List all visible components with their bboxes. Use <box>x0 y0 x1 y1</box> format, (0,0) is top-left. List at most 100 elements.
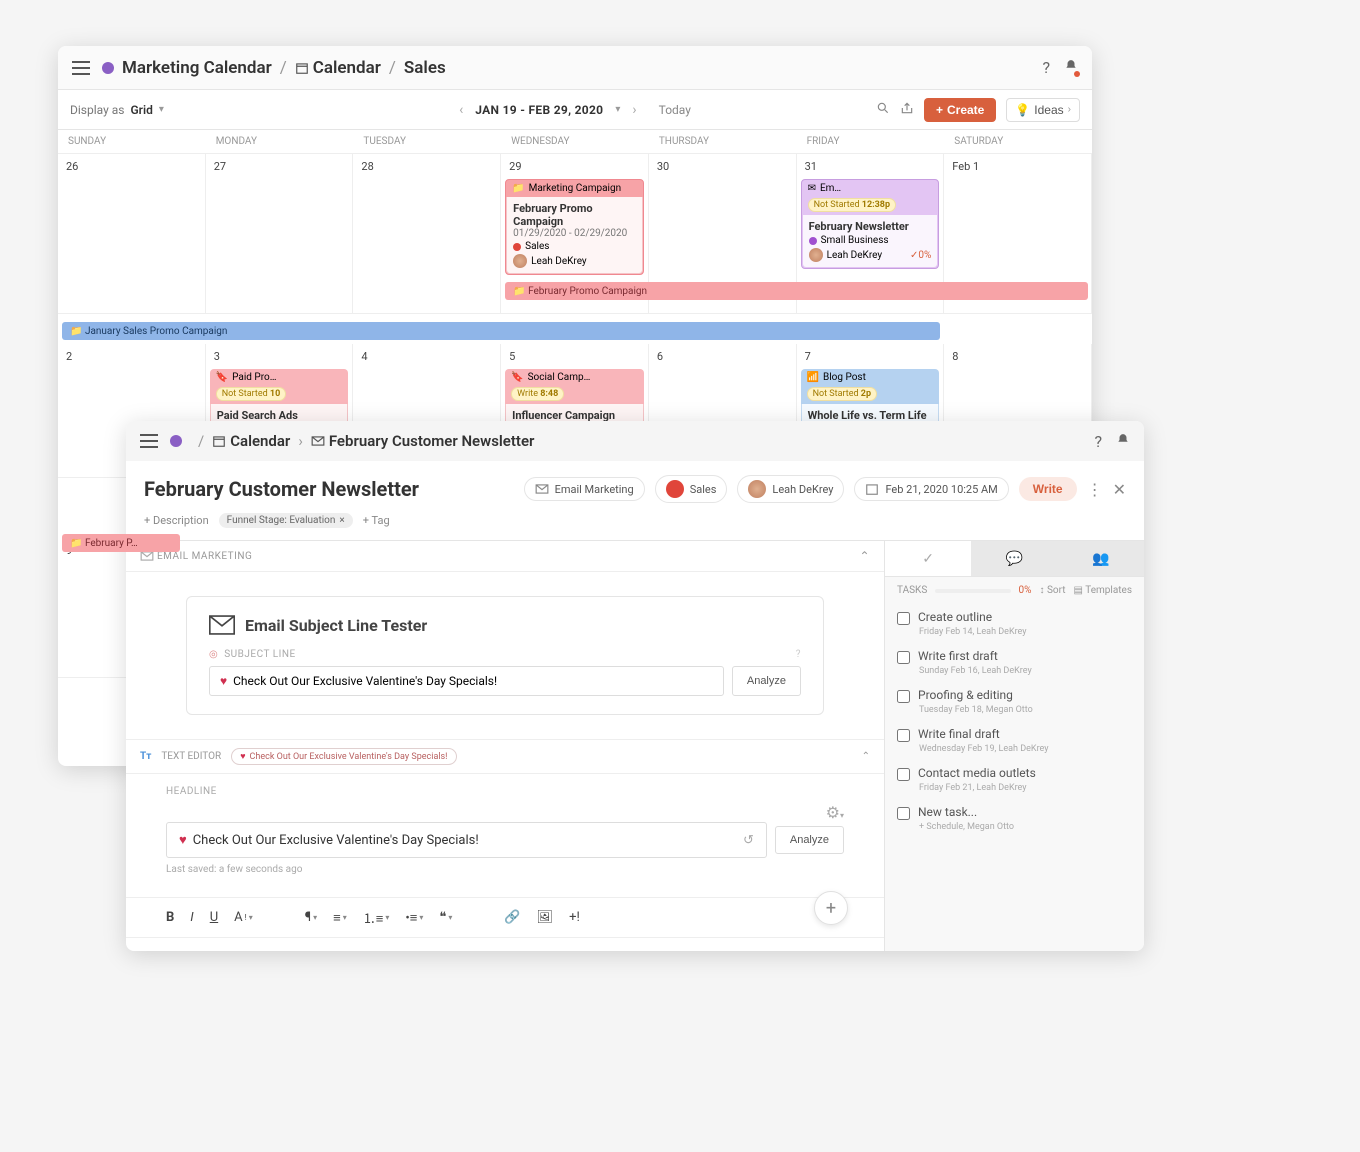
subject-label: ◎ SUBJECT LINE ? <box>209 649 801 660</box>
folder-icon: 📁 <box>513 286 525 297</box>
tab-comments[interactable]: 💬 <box>971 541 1057 576</box>
heart-icon: ♥ <box>179 832 187 848</box>
calendar-cell[interactable]: 28 <box>353 154 501 314</box>
collapse-icon[interactable]: ⌃ <box>859 549 870 563</box>
sort-button[interactable]: ↕ Sort <box>1039 585 1065 596</box>
heart-icon: ♥ <box>220 674 227 688</box>
tag-icon: 🔖 <box>216 372 228 383</box>
display-label: Display as <box>70 103 124 117</box>
paragraph-button[interactable]: ¶▾ <box>305 910 317 925</box>
menu-icon[interactable] <box>140 434 158 448</box>
display-value: Grid <box>130 103 152 117</box>
underline-button[interactable]: U <box>210 910 218 925</box>
display-as-selector[interactable]: Display as Grid ▾ <box>70 103 164 117</box>
ordered-list-button[interactable]: ⒈≡▾ <box>363 908 390 927</box>
insert-button[interactable]: +! <box>569 910 580 925</box>
unordered-list-button[interactable]: •≡▾ <box>405 910 423 926</box>
today-button[interactable]: Today <box>659 103 691 117</box>
tag-icon: 🔖 <box>511 372 523 383</box>
event-card[interactable]: ✉Em…Not Started 12:38p February Newslett… <box>801 179 940 269</box>
red-dot-icon <box>666 480 684 498</box>
help-icon[interactable]: ? <box>1042 58 1050 77</box>
breadcrumb-leaf[interactable]: Sales <box>404 58 446 78</box>
search-icon[interactable] <box>876 101 890 118</box>
calendar-cell[interactable]: 27 <box>206 154 354 314</box>
event-dates: 01/29/2020 - 02/29/2020 <box>513 228 636 239</box>
headline-section: HEADLINE ⚙▾ ♥ Check Out Our Exclusive Va… <box>126 774 884 887</box>
task-item[interactable]: Write first draftSunday Feb 16, Leah DeK… <box>885 643 1144 682</box>
add-tag-button[interactable]: + Tag <box>363 514 390 527</box>
owner-chip[interactable]: Leah DeKrey <box>737 475 844 503</box>
task-checkbox[interactable] <box>897 768 910 781</box>
italic-button[interactable]: I <box>190 910 193 925</box>
bold-button[interactable]: B <box>166 910 174 925</box>
breadcrumb-leaf[interactable]: February Customer Newsletter <box>329 432 535 450</box>
bulb-icon: 💡 <box>1015 103 1030 117</box>
notifications-icon[interactable] <box>1064 58 1078 77</box>
gear-icon[interactable]: ⚙▾ <box>826 803 844 822</box>
templates-button[interactable]: ▤ Templates <box>1073 585 1132 596</box>
kebab-icon[interactable]: ⋮ <box>1087 480 1103 499</box>
analyze-button[interactable]: Analyze <box>775 826 844 854</box>
calendar-icon <box>295 61 309 75</box>
collapse-icon[interactable]: ⌃ <box>862 751 870 762</box>
add-fab[interactable]: + <box>814 891 848 925</box>
notifications-icon[interactable] <box>1116 432 1130 451</box>
align-button[interactable]: ≡▾ <box>333 910 347 926</box>
help-icon[interactable]: ? <box>796 649 801 660</box>
editor-body[interactable]: Type something <box>126 938 884 951</box>
tab-people[interactable]: 👥 <box>1058 541 1144 576</box>
funnel-chip[interactable]: Funnel Stage: Evaluation× <box>219 513 353 528</box>
task-checkbox[interactable] <box>897 612 910 625</box>
event-span-bar[interactable]: 📁 February Promo Campaign <box>505 282 1088 300</box>
tab-tasks[interactable]: ✓ <box>885 541 971 576</box>
headline-pill[interactable]: ♥Check Out Our Exclusive Valentine's Day… <box>231 748 456 765</box>
category-chip[interactable]: Sales <box>655 475 728 503</box>
quote-button[interactable]: ❝▾ <box>439 910 452 925</box>
type-chip[interactable]: Email Marketing <box>524 477 645 501</box>
event-span-bar[interactable]: 📁 January Sales Promo Campaign <box>62 322 940 340</box>
history-icon[interactable]: ↺ <box>743 833 754 848</box>
calendar-cell[interactable]: 26 <box>58 154 206 314</box>
chevron-down-icon[interactable]: ▾ <box>615 104 620 115</box>
breadcrumb-mid[interactable]: Calendar <box>313 58 381 78</box>
rss-icon: 📶 <box>807 372 819 383</box>
create-button[interactable]: +Create <box>924 98 996 122</box>
headline-input[interactable]: ♥ Check Out Our Exclusive Valentine's Da… <box>166 822 767 858</box>
task-item[interactable]: Contact media outletsFriday Feb 21, Leah… <box>885 760 1144 799</box>
write-button[interactable]: Write <box>1019 477 1077 501</box>
menu-icon[interactable] <box>72 61 90 75</box>
task-checkbox[interactable] <box>897 651 910 664</box>
help-icon[interactable]: ? <box>1094 432 1102 451</box>
link-button[interactable]: 🔗 <box>504 910 520 925</box>
breadcrumb-root[interactable]: Marketing Calendar <box>122 58 272 78</box>
new-task-row[interactable]: New task... + Schedule, Megan Otto <box>885 799 1144 838</box>
remove-icon[interactable]: × <box>339 515 344 526</box>
event-span-bar[interactable]: 📁 February P… <box>62 534 180 552</box>
event-card[interactable]: 📁Marketing Campaign February Promo Campa… <box>505 179 644 275</box>
task-item[interactable]: Proofing & editingTuesday Feb 18, Megan … <box>885 682 1144 721</box>
analyze-button[interactable]: Analyze <box>732 666 801 696</box>
calendar-day-headers: SUNDAYMONDAYTUESDAYWEDNESDAYTHURSDAYFRID… <box>58 130 1092 154</box>
task-checkbox[interactable] <box>897 690 910 703</box>
subject-input[interactable]: ♥ Check Out Our Exclusive Valentine's Da… <box>209 666 724 696</box>
date-range[interactable]: JAN 19 - FEB 29, 2020 <box>475 103 603 117</box>
task-item[interactable]: Create outlineFriday Feb 14, Leah DeKrey <box>885 604 1144 643</box>
next-arrow-icon[interactable]: › <box>632 102 636 118</box>
breadcrumb-mid[interactable]: Calendar <box>230 432 290 450</box>
task-checkbox[interactable] <box>897 807 910 820</box>
prev-arrow-icon[interactable]: ‹ <box>459 102 463 118</box>
add-description-button[interactable]: + Description <box>144 514 209 527</box>
font-button[interactable]: A!▾ <box>234 910 253 925</box>
task-checkbox[interactable] <box>897 729 910 742</box>
folder-icon: 📁 <box>512 183 524 194</box>
image-button[interactable]: 🖼 <box>537 910 554 925</box>
avatar <box>748 480 766 498</box>
event-title: February Promo Campaign <box>513 202 636 228</box>
task-item[interactable]: Write final draftWednesday Feb 19, Leah … <box>885 721 1144 760</box>
share-icon[interactable] <box>900 101 914 118</box>
breadcrumb: Marketing Calendar / Calendar / Sales <box>122 58 446 78</box>
date-chip[interactable]: Feb 21, 2020 10:25 AM <box>854 477 1008 501</box>
ideas-button[interactable]: 💡Ideas› <box>1006 98 1080 122</box>
close-icon[interactable]: ✕ <box>1113 480 1126 499</box>
